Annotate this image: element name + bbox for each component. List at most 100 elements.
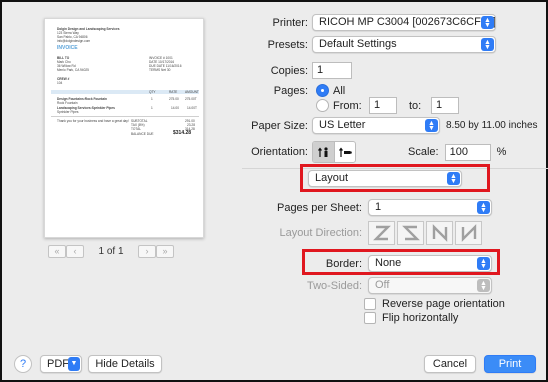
two-sided-select[interactable]: Off ▲ ▼ bbox=[368, 277, 492, 294]
orientation-label: Orientation: bbox=[251, 146, 308, 158]
pages-to-input[interactable]: 1 bbox=[431, 97, 459, 114]
printer-row: Printer: RICOH MP C3004 [002673C6CF58] ▲… bbox=[242, 14, 496, 31]
chevron-updown-icon: ▲ ▼ bbox=[481, 38, 494, 51]
reverse-orientation-label: Reverse page orientation bbox=[382, 298, 505, 310]
pages-per-sheet-row: Pages per Sheet: 1 ▲ ▼ bbox=[242, 199, 492, 216]
presets-row: Presets: Default Settings ▲ ▼ bbox=[242, 36, 496, 53]
bottom-bar: ? PDF ▼ Hide Details Cancel Print bbox=[4, 346, 548, 382]
paper-size-select[interactable]: US Letter ▲ ▼ bbox=[312, 117, 440, 134]
page-navigator: « ‹ 1 of 1 › » bbox=[48, 244, 174, 258]
landscape-icon bbox=[339, 147, 352, 157]
pages-per-sheet-label: Pages per Sheet: bbox=[276, 201, 362, 214]
preview-col-rate: RATE bbox=[169, 90, 178, 94]
layout-reverse-n-direction-button[interactable] bbox=[455, 221, 482, 245]
printer-label: Printer: bbox=[272, 16, 308, 29]
cancel-button[interactable]: Cancel bbox=[424, 355, 476, 373]
preview-bill-to-3: Menlo Park, CA 94025 bbox=[57, 68, 89, 72]
copies-row: Copies: 1 bbox=[242, 62, 352, 79]
layout-z-direction-button[interactable] bbox=[368, 221, 395, 245]
last-page-button[interactable]: » bbox=[156, 244, 174, 258]
preview-col-amount: AMOUNT bbox=[185, 90, 199, 94]
page-preview: Dolgin Design and Landscaping Services 1… bbox=[44, 18, 204, 238]
hide-details-button[interactable]: Hide Details bbox=[88, 355, 162, 373]
pages-all-row: Pages: All bbox=[242, 84, 345, 97]
preview-thanks: Thank you for your business and have a g… bbox=[57, 119, 129, 123]
printer-value: RICOH MP C3004 [002673C6CF58] bbox=[319, 16, 496, 28]
layout-reverse-z-direction-button[interactable] bbox=[397, 221, 424, 245]
reverse-z-direction-icon bbox=[401, 225, 420, 241]
pdf-label: PDF bbox=[47, 358, 69, 370]
two-sided-label: Two-Sided: bbox=[306, 279, 362, 292]
landscape-orientation-button[interactable] bbox=[334, 142, 355, 162]
pages-label: Pages: bbox=[273, 84, 308, 97]
copies-input[interactable]: 1 bbox=[312, 62, 352, 79]
layout-n-direction-button[interactable] bbox=[426, 221, 453, 245]
print-dialog: Dolgin Design and Landscaping Services 1… bbox=[0, 0, 548, 382]
scale-label: Scale: bbox=[408, 146, 439, 158]
border-highlight bbox=[302, 249, 500, 275]
pages-from-label: From: bbox=[333, 99, 362, 112]
orientation-segmented bbox=[312, 141, 356, 163]
orientation-row: Orientation: Scale: 100 % bbox=[242, 141, 506, 163]
presets-select[interactable]: Default Settings ▲ ▼ bbox=[312, 36, 496, 53]
help-button[interactable]: ? bbox=[14, 355, 32, 373]
pages-from-input[interactable]: 1 bbox=[369, 97, 397, 114]
flip-horizontally-checkbox[interactable] bbox=[364, 312, 376, 324]
first-page-button[interactable]: « bbox=[48, 244, 66, 258]
flip-horizontally-row: Flip horizontally bbox=[364, 312, 458, 324]
preview-divider bbox=[51, 116, 199, 117]
prev-page-button[interactable]: ‹ bbox=[66, 244, 84, 258]
presets-value: Default Settings bbox=[319, 38, 397, 50]
preview-item2-amt: 14.00T bbox=[187, 106, 197, 110]
layout-direction-group bbox=[368, 221, 482, 245]
pdf-menu-button[interactable]: PDF ▼ bbox=[40, 355, 82, 373]
preview-email: info@dolgindesign.com bbox=[57, 39, 91, 43]
flip-horizontally-label: Flip horizontally bbox=[382, 312, 459, 324]
preview-pane: Dolgin Design and Landscaping Services 1… bbox=[4, 4, 242, 344]
paper-dimensions: 8.50 by 11.00 inches bbox=[446, 120, 538, 131]
chevron-updown-icon: ▲ ▼ bbox=[481, 16, 494, 29]
portrait-orientation-button[interactable] bbox=[313, 142, 334, 162]
preview-balance: $314.28 bbox=[173, 130, 192, 136]
pages-all-radio[interactable] bbox=[316, 84, 329, 97]
preview-item2-rate: 14.00 bbox=[171, 106, 179, 110]
pager-back-group: « ‹ bbox=[48, 244, 84, 258]
reverse-orientation-row: Reverse page orientation bbox=[364, 298, 505, 310]
paper-size-label: Paper Size: bbox=[251, 119, 308, 132]
preview-item2-sub: Sprinkler Pipes bbox=[57, 110, 79, 114]
two-sided-value: Off bbox=[375, 279, 390, 291]
scale-input[interactable]: 100 bbox=[444, 143, 491, 161]
reverse-orientation-checkbox[interactable] bbox=[364, 298, 376, 310]
pager-forward-group: › » bbox=[138, 244, 174, 258]
pages-per-sheet-select[interactable]: 1 ▲ ▼ bbox=[368, 199, 492, 216]
preview-terms: TERMS Net 30 bbox=[149, 68, 171, 72]
printer-select[interactable]: RICOH MP C3004 [002673C6CF58] ▲ ▼ bbox=[312, 14, 496, 31]
z-direction-icon bbox=[372, 225, 391, 241]
preview-total-label: TOTAL bbox=[131, 127, 141, 131]
preview-item1-sub: Rock Fountain bbox=[57, 101, 78, 105]
page-count-label: 1 of 1 bbox=[98, 245, 124, 257]
preview-balance-label: BALANCE DUE bbox=[131, 132, 154, 136]
preview-item1-qty: 1 bbox=[151, 97, 153, 101]
pages-to-label: to: bbox=[409, 99, 422, 112]
chevron-updown-icon: ▲ ▼ bbox=[477, 201, 490, 214]
preview-item1-rate: 275.00 bbox=[169, 97, 179, 101]
paper-size-value: US Letter bbox=[319, 119, 366, 131]
pages-per-sheet-value: 1 bbox=[375, 201, 382, 213]
chevron-down-icon: ▼ bbox=[68, 357, 80, 371]
pages-from-radio[interactable] bbox=[316, 99, 329, 112]
layout-direction-label: Layout Direction: bbox=[279, 227, 362, 239]
two-sided-row: Two-Sided: Off ▲ ▼ bbox=[242, 277, 492, 294]
pages-all-label: All bbox=[333, 84, 346, 97]
settings-pane: Printer: RICOH MP C3004 [002673C6CF58] ▲… bbox=[242, 4, 548, 344]
portrait-icon bbox=[317, 147, 328, 157]
preview-crew-value: 104 bbox=[57, 81, 63, 85]
print-button[interactable]: Print bbox=[484, 355, 536, 373]
preview-col-qty: QTY bbox=[149, 90, 156, 94]
preview-item2-qty: 1 bbox=[151, 106, 153, 110]
preview-item1-amt: 275.00T bbox=[185, 97, 197, 101]
paper-size-row: Paper Size: US Letter ▲ ▼ 8.50 by 11.00 i… bbox=[242, 117, 538, 134]
layout-direction-row: Layout Direction: bbox=[242, 221, 482, 245]
next-page-button[interactable]: › bbox=[138, 244, 156, 258]
reverse-n-direction-icon bbox=[461, 224, 476, 242]
